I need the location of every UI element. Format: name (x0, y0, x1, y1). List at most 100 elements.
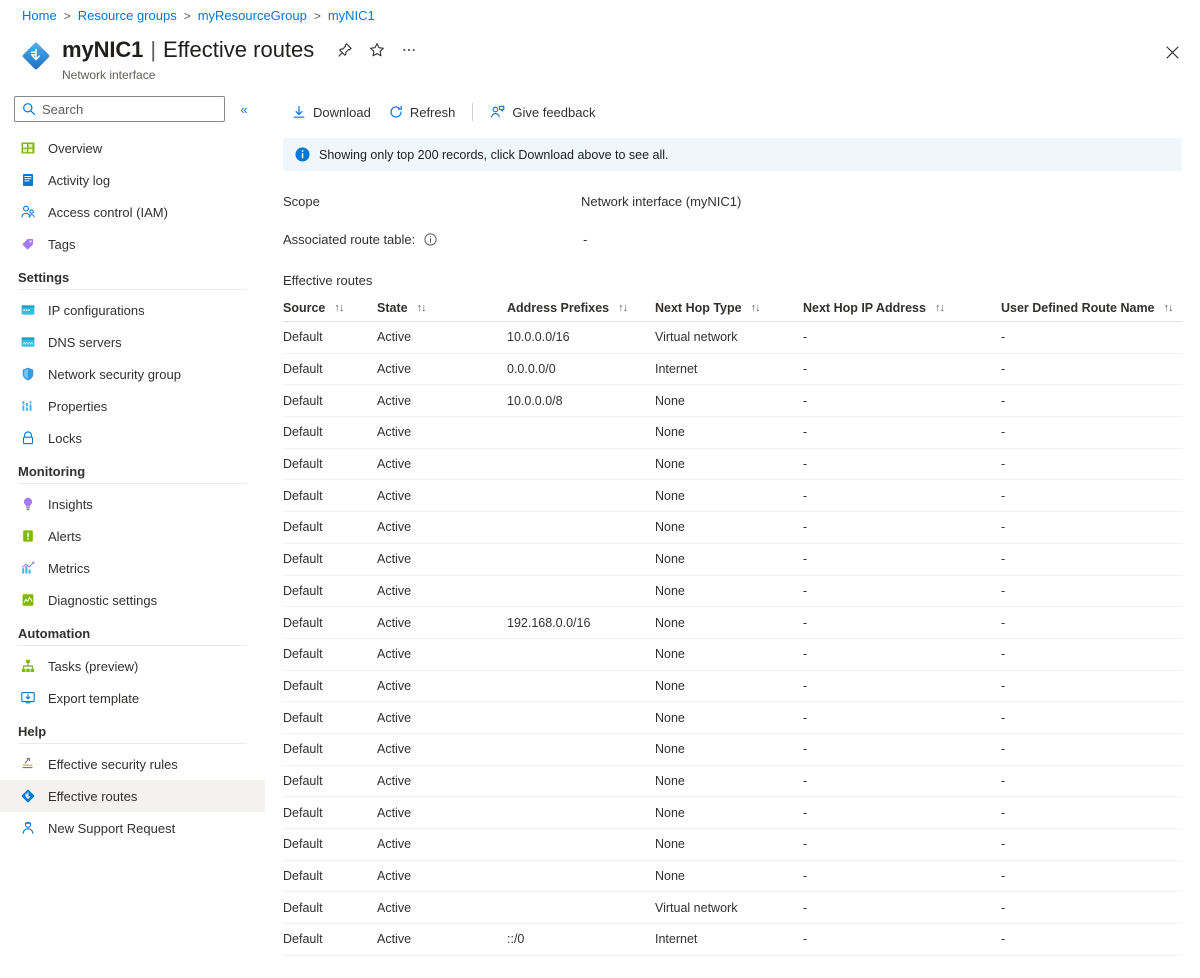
table-row[interactable]: DefaultActive10.0.0.0/16Virtual network-… (283, 322, 1182, 354)
table-row[interactable]: DefaultActiveVirtual network-- (283, 892, 1182, 924)
sidebar-item-label: Overview (48, 141, 102, 156)
table-row[interactable]: DefaultActiveNone-- (283, 544, 1182, 576)
cell-nhtype: None (655, 584, 803, 598)
sidebar-item-properties[interactable]: Properties (0, 390, 265, 422)
sidebar-item-alerts[interactable]: Alerts (0, 520, 265, 552)
sidebar-group-divider (18, 289, 247, 290)
info-icon (295, 147, 310, 162)
cell-prefix: 192.168.0.0/16 (507, 616, 655, 630)
column-header-prefix[interactable]: Address Prefixes↑↓ (507, 301, 655, 315)
cell-udr: - (1001, 869, 1182, 883)
sort-toggle-icon[interactable]: ↑↓ (935, 302, 944, 314)
breadcrumb-item-1[interactable]: Resource groups (78, 8, 177, 24)
column-header-state[interactable]: State↑↓ (377, 301, 507, 315)
table-row[interactable]: DefaultActiveNone-- (283, 449, 1182, 481)
sidebar-group-title-settings: Settings (0, 260, 265, 289)
cell-nhtype: None (655, 679, 803, 693)
sidebar-item-label: Insights (48, 497, 93, 512)
table-row[interactable]: DefaultActive10.0.0.0/8None-- (283, 385, 1182, 417)
sort-toggle-icon[interactable]: ↑↓ (417, 302, 426, 314)
cell-state: Active (377, 647, 507, 661)
table-row[interactable]: DefaultActiveNone-- (283, 702, 1182, 734)
cell-nhtype: None (655, 711, 803, 725)
sidebar-item-new-support-request[interactable]: New Support Request (0, 812, 265, 844)
sort-toggle-icon[interactable]: ↑↓ (751, 302, 760, 314)
sidebar-item-label: Alerts (48, 529, 81, 544)
properties-icon (20, 398, 36, 414)
sidebar-item-locks[interactable]: Locks (0, 422, 265, 454)
table-row[interactable]: DefaultActiveNone-- (283, 576, 1182, 608)
tasks-icon (20, 658, 36, 674)
table-row[interactable]: DefaultActiveNone-- (283, 797, 1182, 829)
table-row[interactable]: DefaultActiveNone-- (283, 417, 1182, 449)
sidebar-item-effective-routes[interactable]: Effective routes (0, 780, 265, 812)
cell-udr: - (1001, 806, 1182, 820)
sidebar-item-metrics[interactable]: Metrics (0, 552, 265, 584)
info-circle-icon[interactable] (423, 233, 437, 247)
sidebar-item-dns-servers[interactable]: wwwDNS servers (0, 326, 265, 358)
sidebar-item-activity-log[interactable]: Activity log (0, 164, 265, 196)
cell-state: Active (377, 711, 507, 725)
column-header-nhtype[interactable]: Next Hop Type↑↓ (655, 301, 803, 315)
breadcrumb-item-2[interactable]: myResourceGroup (198, 8, 307, 24)
sidebar-item-export-template[interactable]: Export template (0, 682, 265, 714)
table-row[interactable]: DefaultActive::/0Internet-- (283, 924, 1182, 956)
insights-icon (20, 496, 36, 512)
column-header-label: Source (283, 301, 325, 315)
table-row[interactable]: DefaultActiveNone-- (283, 480, 1182, 512)
column-header-label: Next Hop IP Address (803, 301, 926, 315)
table-row[interactable]: DefaultActiveNone-- (283, 829, 1182, 861)
sidebar-group-title-help: Help (0, 714, 265, 743)
table-row[interactable]: DefaultActiveNone-- (283, 512, 1182, 544)
table-row[interactable]: DefaultActiveNone-- (283, 734, 1182, 766)
sidebar-item-network-security-group[interactable]: Network security group (0, 358, 265, 390)
sidebar-item-ip-configurations[interactable]: IP configurations (0, 294, 265, 326)
column-header-udr[interactable]: User Defined Route Name↑↓ (1001, 301, 1182, 315)
search-input[interactable] (15, 97, 224, 121)
favorite-star-icon[interactable] (364, 37, 390, 63)
pin-icon[interactable] (332, 37, 358, 63)
associated-route-table-label: Associated route table: (283, 232, 581, 247)
shield-icon (20, 366, 36, 382)
close-icon[interactable] (1158, 38, 1186, 66)
table-row[interactable]: DefaultActive192.168.0.0/16None-- (283, 607, 1182, 639)
collapse-sidebar-button[interactable]: « (232, 97, 256, 121)
table-header-row: Source↑↓State↑↓Address Prefixes↑↓Next Ho… (283, 295, 1182, 322)
cell-nhip: - (803, 520, 1001, 534)
cell-nhip: - (803, 616, 1001, 630)
sidebar-item-access-control-iam[interactable]: Access control (IAM) (0, 196, 265, 228)
table-row[interactable]: DefaultActiveNone-- (283, 861, 1182, 893)
table-row[interactable]: DefaultActiveNone-- (283, 766, 1182, 798)
cell-udr: - (1001, 837, 1182, 851)
sidebar-item-tasks-preview[interactable]: Tasks (preview) (0, 650, 265, 682)
sidebar-nav: Overview Activity logAccess control (IAM)… (0, 132, 265, 844)
sidebar-group-divider (18, 483, 247, 484)
sidebar-item-diagnostic-settings[interactable]: Diagnostic settings (0, 584, 265, 616)
cell-state: Active (377, 932, 507, 946)
sort-toggle-icon[interactable]: ↑↓ (334, 302, 343, 314)
sidebar-item-insights[interactable]: Insights (0, 488, 265, 520)
sidebar-item-tags[interactable]: Tags (0, 228, 265, 260)
table-row[interactable]: DefaultActiveNone-- (283, 671, 1182, 703)
dns-servers-icon: www (20, 334, 36, 350)
sidebar-item-label: Tags (48, 237, 75, 252)
download-button[interactable]: Download (283, 98, 380, 126)
refresh-button[interactable]: Refresh (380, 98, 465, 126)
more-options-icon[interactable] (396, 37, 422, 63)
search-box[interactable] (14, 96, 225, 122)
breadcrumb-item-0[interactable]: Home (22, 8, 57, 24)
give-feedback-button[interactable]: Give feedback (481, 98, 604, 126)
cell-source: Default (283, 552, 377, 566)
column-header-source[interactable]: Source ↑↓ (283, 301, 377, 315)
breadcrumb-item-3[interactable]: myNIC1 (328, 8, 375, 24)
sort-toggle-icon[interactable]: ↑↓ (618, 302, 627, 314)
table-row[interactable]: DefaultActive0.0.0.0/0Internet-- (283, 354, 1182, 386)
cell-state: Active (377, 837, 507, 851)
sidebar-item-overview[interactable]: Overview (0, 132, 265, 164)
table-row[interactable]: DefaultActiveNone-- (283, 639, 1182, 671)
cell-nhtype: None (655, 425, 803, 439)
column-header-nhip[interactable]: Next Hop IP Address ↑↓ (803, 301, 1001, 315)
cell-nhtype: None (655, 457, 803, 471)
sort-toggle-icon[interactable]: ↑↓ (1164, 302, 1173, 314)
sidebar-item-effective-security-rules[interactable]: Effective security rules (0, 748, 265, 780)
